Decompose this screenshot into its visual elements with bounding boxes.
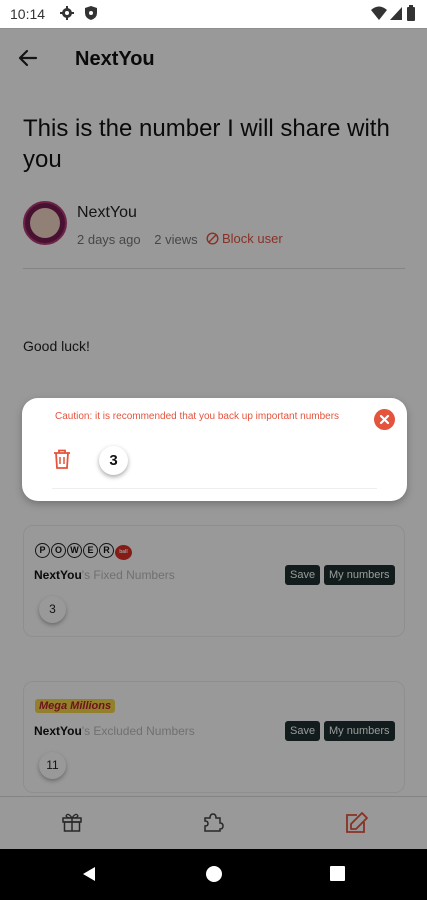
recents-icon[interactable]	[329, 865, 346, 882]
system-nav-bar	[0, 849, 427, 900]
close-icon	[379, 414, 390, 425]
back-icon[interactable]	[80, 865, 98, 883]
status-bar: 10:14	[0, 0, 427, 28]
caution-text: Caution: it is recommended that you back…	[55, 411, 340, 422]
settings-icon	[60, 6, 74, 20]
popup-divider	[52, 488, 377, 489]
signal-icon	[390, 7, 402, 20]
selected-number[interactable]: 3	[99, 446, 128, 475]
shield-icon	[85, 6, 97, 20]
wifi-icon	[371, 6, 387, 20]
trash-icon[interactable]	[52, 448, 72, 470]
home-icon[interactable]	[205, 865, 223, 883]
status-time: 10:14	[10, 6, 46, 22]
battery-icon	[407, 5, 415, 21]
number-popup: Caution: it is recommended that you back…	[22, 398, 407, 501]
close-button[interactable]	[374, 409, 395, 430]
